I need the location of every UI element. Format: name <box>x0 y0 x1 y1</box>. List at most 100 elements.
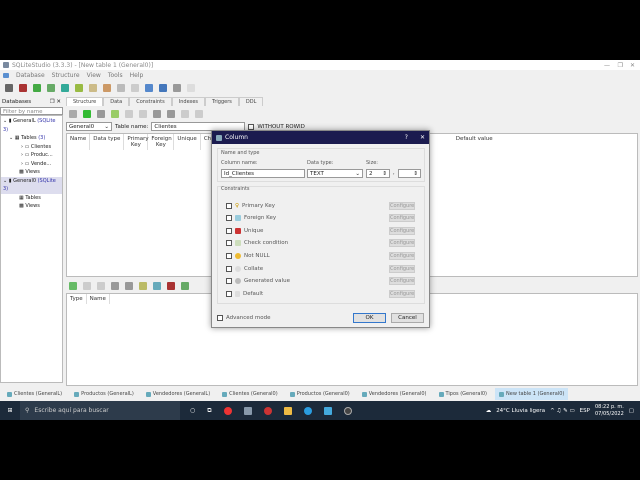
start-button[interactable]: ⊞ <box>0 407 20 414</box>
without-rowid-checkbox[interactable] <box>248 123 255 130</box>
window-tab[interactable]: Productos (General0) <box>286 388 354 400</box>
down-icon[interactable] <box>125 282 133 290</box>
configure-foreign-key-button[interactable]: Configure <box>389 214 415 222</box>
menu-structure[interactable]: Structure <box>52 72 80 79</box>
notifications-icon[interactable]: ▢ <box>629 408 634 414</box>
size-spinbox[interactable]: 2 ⇕ <box>366 169 390 178</box>
tab-indexes[interactable]: Indexes <box>171 97 206 106</box>
fk-icon[interactable] <box>153 282 161 290</box>
tree-db-generall[interactable]: ⌄ ▮ GeneralL (SQLite 3) <box>1 117 62 134</box>
language-indicator[interactable]: ESP <box>580 408 590 414</box>
configure-default-button[interactable]: Configure <box>389 290 415 298</box>
cortana-icon[interactable]: ○ <box>190 407 195 414</box>
sqlitestudio-icon[interactable] <box>243 406 252 415</box>
tab-structure[interactable]: Structure <box>66 97 104 106</box>
add-column-icon[interactable] <box>111 110 119 118</box>
taskbar-search[interactable]: ⚲ Escribe aquí para buscar <box>20 401 180 420</box>
settings-icon[interactable] <box>173 84 181 92</box>
tree-views-2[interactable]: ▩ Views <box>1 202 62 211</box>
edit-column-icon[interactable] <box>125 110 133 118</box>
data-type-select[interactable]: TEXT ⌄ <box>307 169 363 178</box>
import-icon[interactable] <box>181 110 189 118</box>
menu-database[interactable]: Database <box>16 72 45 79</box>
constraint-unique[interactable]: Unique <box>226 228 263 234</box>
panel-close-icon[interactable]: ❐ ✕ <box>50 99 61 105</box>
disconnect-icon[interactable] <box>19 84 27 92</box>
delete-column-icon[interactable] <box>139 110 147 118</box>
configure-not-null-button[interactable]: Configure <box>389 252 415 260</box>
refresh-icon[interactable] <box>69 110 77 118</box>
tree-tables[interactable]: ⌄ ▦ Tables (3) <box>1 134 62 143</box>
move-up-icon[interactable] <box>153 110 161 118</box>
window-tab[interactable]: Clientes (General0) <box>218 388 282 400</box>
recorder-icon[interactable] <box>263 406 272 415</box>
move-down-icon[interactable] <box>167 110 175 118</box>
ok-button[interactable]: OK <box>353 313 386 323</box>
configure-collate-button[interactable]: Configure <box>389 265 415 273</box>
constraint-not-null[interactable]: Not NULL <box>226 253 270 259</box>
edit-constraint-icon[interactable] <box>83 282 91 290</box>
tab-triggers[interactable]: Triggers <box>205 97 239 106</box>
window-tab[interactable]: Clientes (GeneralL) <box>3 388 66 400</box>
constraint-check[interactable]: Check condition <box>226 240 288 246</box>
unique-icon[interactable] <box>167 282 175 290</box>
column-name-input[interactable]: Id_Clientes <box>221 169 305 178</box>
dialog-close-button[interactable]: ✕ <box>420 134 425 141</box>
help-button[interactable]: ? <box>405 134 408 141</box>
file-explorer-icon[interactable] <box>283 406 292 415</box>
commit-icon[interactable] <box>83 110 91 118</box>
constraint-generated[interactable]: Generated value <box>226 278 290 284</box>
function-icon[interactable] <box>103 84 111 92</box>
check-icon[interactable] <box>181 282 189 290</box>
window-tab[interactable]: Tipos (General0) <box>435 388 492 400</box>
tree-table-productos[interactable]: › ▭ Produc... <box>1 151 62 160</box>
layout-icon[interactable] <box>187 84 195 92</box>
filter-input[interactable]: Filter by name <box>0 107 63 115</box>
tab-constraints[interactable]: Constraints <box>129 97 172 106</box>
task-view-icon[interactable]: ⧉ <box>207 407 211 415</box>
tree-tables-2[interactable]: ▦ Tables <box>1 194 62 203</box>
configure-check-button[interactable]: Configure <box>389 239 415 247</box>
minimize-button[interactable]: — <box>604 62 610 69</box>
edge-icon[interactable] <box>303 406 312 415</box>
clock[interactable]: 08:22 p. m. 07/05/2022 <box>595 404 624 418</box>
cascade-icon[interactable] <box>159 84 167 92</box>
new-table-icon[interactable] <box>89 84 97 92</box>
tree-views[interactable]: ▩ Views <box>1 168 62 177</box>
menu-view[interactable]: View <box>87 72 101 79</box>
tile-icon[interactable] <box>145 84 153 92</box>
store-icon[interactable] <box>323 406 332 415</box>
chrome-icon[interactable] <box>223 406 232 415</box>
tree-db-general0[interactable]: ⌄ ▮ General0 (SQLite 3) <box>1 176 62 194</box>
window-tab[interactable]: Vendedores (General0) <box>358 388 431 400</box>
edit-db-icon[interactable] <box>47 84 55 92</box>
pk-icon[interactable] <box>139 282 147 290</box>
tree-table-vendedores[interactable]: › ▭ Vende... <box>1 160 62 169</box>
tree-table-clientes[interactable]: › ▭ Clientes <box>1 143 62 152</box>
delete-constraint-icon[interactable] <box>97 282 105 290</box>
open-icon[interactable] <box>75 84 83 92</box>
export-icon[interactable] <box>195 110 203 118</box>
window-tab-active[interactable]: New table 1 (General0) <box>495 388 569 400</box>
menu-help[interactable]: Help <box>130 72 144 79</box>
configure-generated-button[interactable]: Configure <box>389 277 415 285</box>
sql-editor-icon[interactable] <box>61 84 69 92</box>
add-constraint-icon[interactable] <box>69 282 77 290</box>
add-db-icon[interactable] <box>33 84 41 92</box>
scale-spinbox[interactable]: ⇕ <box>398 169 421 178</box>
tab-ddl[interactable]: DDL <box>238 97 264 106</box>
configure-primary-key-button[interactable]: Configure <box>389 202 415 210</box>
constraint-collate[interactable]: Collate <box>226 266 263 272</box>
extension-icon[interactable] <box>131 84 139 92</box>
configure-unique-button[interactable]: Configure <box>389 227 415 235</box>
menu-tools[interactable]: Tools <box>108 72 123 79</box>
collation-icon[interactable] <box>117 84 125 92</box>
advanced-mode-checkbox[interactable]: Advanced mode <box>217 315 271 321</box>
window-tab[interactable]: Vendedores (GeneralL) <box>142 388 214 400</box>
database-select[interactable]: General0 ⌄ <box>66 122 112 131</box>
connect-icon[interactable] <box>5 84 13 92</box>
rollback-icon[interactable] <box>97 110 105 118</box>
constraint-foreign-key[interactable]: Foreign Key <box>226 215 276 221</box>
close-button[interactable]: ✕ <box>630 62 635 69</box>
constraint-default[interactable]: Default <box>226 291 263 297</box>
